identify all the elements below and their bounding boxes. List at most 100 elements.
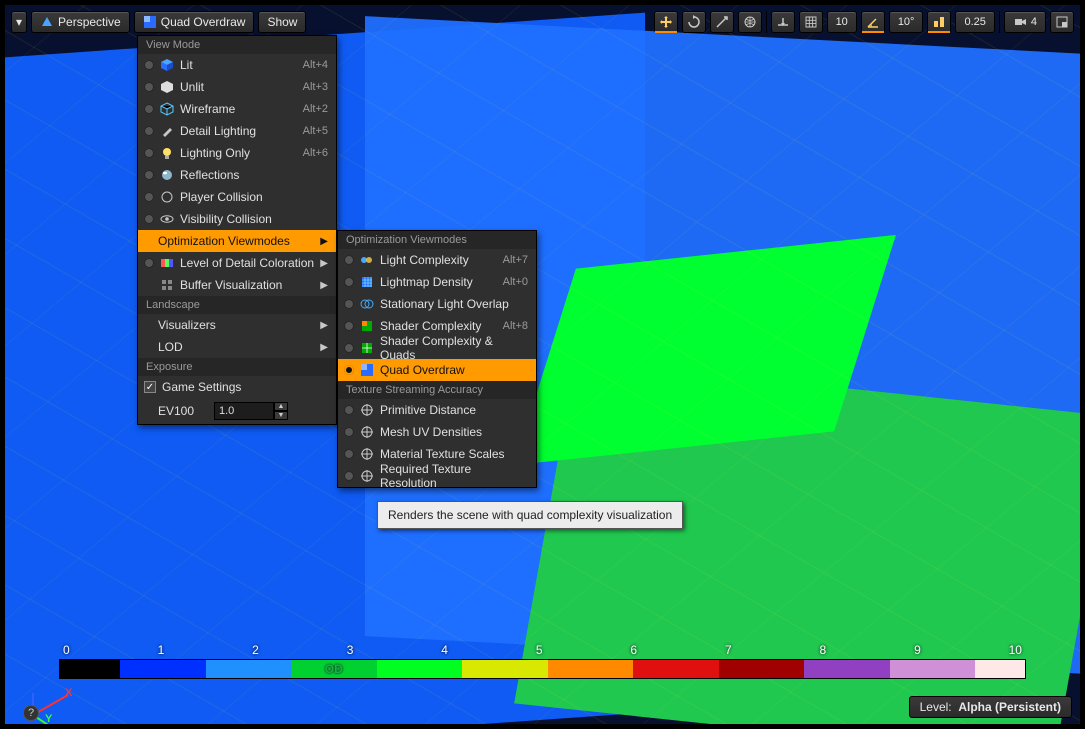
surface-snap-icon xyxy=(776,15,790,29)
spinner-up[interactable]: ▲ xyxy=(274,402,288,411)
globe-icon xyxy=(743,15,757,29)
menu-item-unlit[interactable]: Unlit Alt+3 xyxy=(138,76,336,98)
submenu-item-light-complexity[interactable]: Light ComplexityAlt+7 xyxy=(338,249,536,271)
cube-outline-icon xyxy=(160,80,174,94)
legend-seg-0 xyxy=(60,660,120,678)
legend-seg-5 xyxy=(462,660,548,678)
coord-space-button[interactable] xyxy=(738,11,762,33)
grid-icon xyxy=(804,15,818,29)
overdraw-legend-labels: 0 1 2 3 4 5 6 7 8 9 10 xyxy=(59,643,1026,657)
help-icon[interactable]: ? xyxy=(23,705,39,721)
quad-overdraw-icon xyxy=(360,363,374,377)
visibility-icon xyxy=(160,212,174,226)
perspective-button[interactable]: Perspective xyxy=(31,11,130,33)
ev100-spinner[interactable]: ▲▼ xyxy=(214,402,288,420)
show-label: Show xyxy=(267,15,297,29)
legend-seg-6 xyxy=(548,660,634,678)
perspective-label: Perspective xyxy=(58,15,121,29)
level-label[interactable]: Level: Alpha (Persistent) xyxy=(909,696,1072,718)
menu-item-visualizers[interactable]: Visualizers ▶ xyxy=(138,314,336,336)
grid-snap-button[interactable] xyxy=(799,11,823,33)
angle-snap-value[interactable]: 10° xyxy=(889,11,924,33)
viewport[interactable]: ▾ Perspective Quad Overdraw Show xyxy=(4,4,1081,725)
spinner-down[interactable]: ▼ xyxy=(274,411,288,420)
rotate-mode-button[interactable] xyxy=(682,11,706,33)
viewport-options-dropdown[interactable]: ▾ xyxy=(11,11,27,33)
maximize-icon xyxy=(1055,15,1069,29)
menu-item-lit[interactable]: Lit Alt+4 xyxy=(138,54,336,76)
viewmode-button[interactable]: Quad Overdraw xyxy=(134,11,255,33)
sphere-icon xyxy=(160,168,174,182)
menu-item-lighting-only[interactable]: Lighting Only Alt+6 xyxy=(138,142,336,164)
legend-seg-9 xyxy=(804,660,890,678)
submenu-item-shader-complexity-quads[interactable]: Shader Complexity & Quads xyxy=(338,337,536,359)
transform-mode-button[interactable] xyxy=(654,11,678,33)
submenu-arrow-icon: ▶ xyxy=(320,320,328,331)
submenu-item-stationary-overlap[interactable]: Stationary Light Overlap xyxy=(338,293,536,315)
checkbox-icon[interactable]: ✓ xyxy=(144,381,156,393)
angle-icon xyxy=(866,15,880,29)
scale-mode-button[interactable] xyxy=(710,11,734,33)
rotate-icon xyxy=(687,15,701,29)
move-icon xyxy=(659,15,673,29)
viewmode-label: Quad Overdraw xyxy=(161,15,246,29)
crosshair-icon xyxy=(360,425,374,439)
legend-seg-7 xyxy=(633,660,719,678)
menu-item-reflections[interactable]: Reflections xyxy=(138,164,336,186)
viewport-toolbar-right: 10 10° 0.25 4 xyxy=(654,11,1074,33)
camera-speed-button[interactable]: 4 xyxy=(1004,11,1046,33)
wireframe-icon xyxy=(160,102,174,116)
legend-seg-11 xyxy=(975,660,1025,678)
chevron-down-icon: ▾ xyxy=(16,15,22,29)
menu-item-player-collision[interactable]: Player Collision xyxy=(138,186,336,208)
scale-snap-button[interactable] xyxy=(927,11,951,33)
viewmode-menu-header: View Mode xyxy=(138,36,336,54)
grid-snap-value[interactable]: 10 xyxy=(827,11,857,33)
menu-item-buffer-visualization[interactable]: Buffer Visualization ▶ xyxy=(138,274,336,296)
brush-icon xyxy=(160,124,174,138)
legend-seg-3: OD xyxy=(291,660,377,678)
submenu-item-primitive-distance[interactable]: Primitive Distance xyxy=(338,399,536,421)
menu-item-lod-coloration[interactable]: Level of Detail Coloration ▶ xyxy=(138,252,336,274)
submenu-item-required-texture-resolution[interactable]: Required Texture Resolution xyxy=(338,465,536,487)
ev100-input[interactable] xyxy=(214,402,274,420)
submenu-item-lightmap-density[interactable]: Lightmap DensityAlt+0 xyxy=(338,271,536,293)
submenu-arrow-icon: ▶ xyxy=(320,280,328,291)
menu-item-visibility-collision[interactable]: Visibility Collision xyxy=(138,208,336,230)
collision-icon xyxy=(160,190,174,204)
crosshair-icon xyxy=(360,469,374,483)
submenu-arrow-icon: ▶ xyxy=(320,342,328,353)
landscape-header: Landscape xyxy=(138,296,336,314)
surface-snap-button[interactable] xyxy=(771,11,795,33)
menu-item-detail-lighting[interactable]: Detail Lighting Alt+5 xyxy=(138,120,336,142)
submenu-arrow-icon: ▶ xyxy=(320,236,328,247)
texture-streaming-header: Texture Streaming Accuracy xyxy=(338,381,536,399)
buffer-icon xyxy=(160,278,174,292)
angle-snap-button[interactable] xyxy=(861,11,885,33)
tooltip: Renders the scene with quad complexity v… xyxy=(377,501,683,529)
menu-item-wireframe[interactable]: Wireframe Alt+2 xyxy=(138,98,336,120)
camera-icon xyxy=(1013,15,1027,29)
legend-seg-8 xyxy=(719,660,805,678)
viewmode-menu: View Mode Lit Alt+4 Unlit Alt+3 Wirefram… xyxy=(137,35,337,425)
axis-x-label: X xyxy=(65,687,72,699)
submenu-item-quad-overdraw[interactable]: Quad Overdraw xyxy=(338,359,536,381)
axis-y-label: Y xyxy=(45,713,52,725)
menu-item-lod[interactable]: LOD ▶ xyxy=(138,336,336,358)
overdraw-legend: 0 1 2 3 4 5 6 7 8 9 10 OD xyxy=(59,643,1026,679)
menu-item-game-settings[interactable]: ✓ Game Settings xyxy=(138,376,336,398)
menu-item-ev100: EV100 ▲▼ xyxy=(138,398,336,424)
shader-complexity-icon xyxy=(360,319,374,333)
legend-seg-4 xyxy=(377,660,463,678)
legend-seg-1 xyxy=(120,660,206,678)
maximize-viewport-button[interactable] xyxy=(1050,11,1074,33)
lod-color-icon xyxy=(160,256,174,270)
shader-complexity-quads-icon xyxy=(360,341,374,355)
perspective-icon xyxy=(40,15,54,29)
scale-snap-value[interactable]: 0.25 xyxy=(955,11,994,33)
menu-item-optimization-viewmodes[interactable]: Optimization Viewmodes ▶ xyxy=(138,230,336,252)
show-button[interactable]: Show xyxy=(258,11,306,33)
submenu-item-mesh-uv[interactable]: Mesh UV Densities xyxy=(338,421,536,443)
cube-icon xyxy=(160,58,174,72)
crosshair-icon xyxy=(360,447,374,461)
